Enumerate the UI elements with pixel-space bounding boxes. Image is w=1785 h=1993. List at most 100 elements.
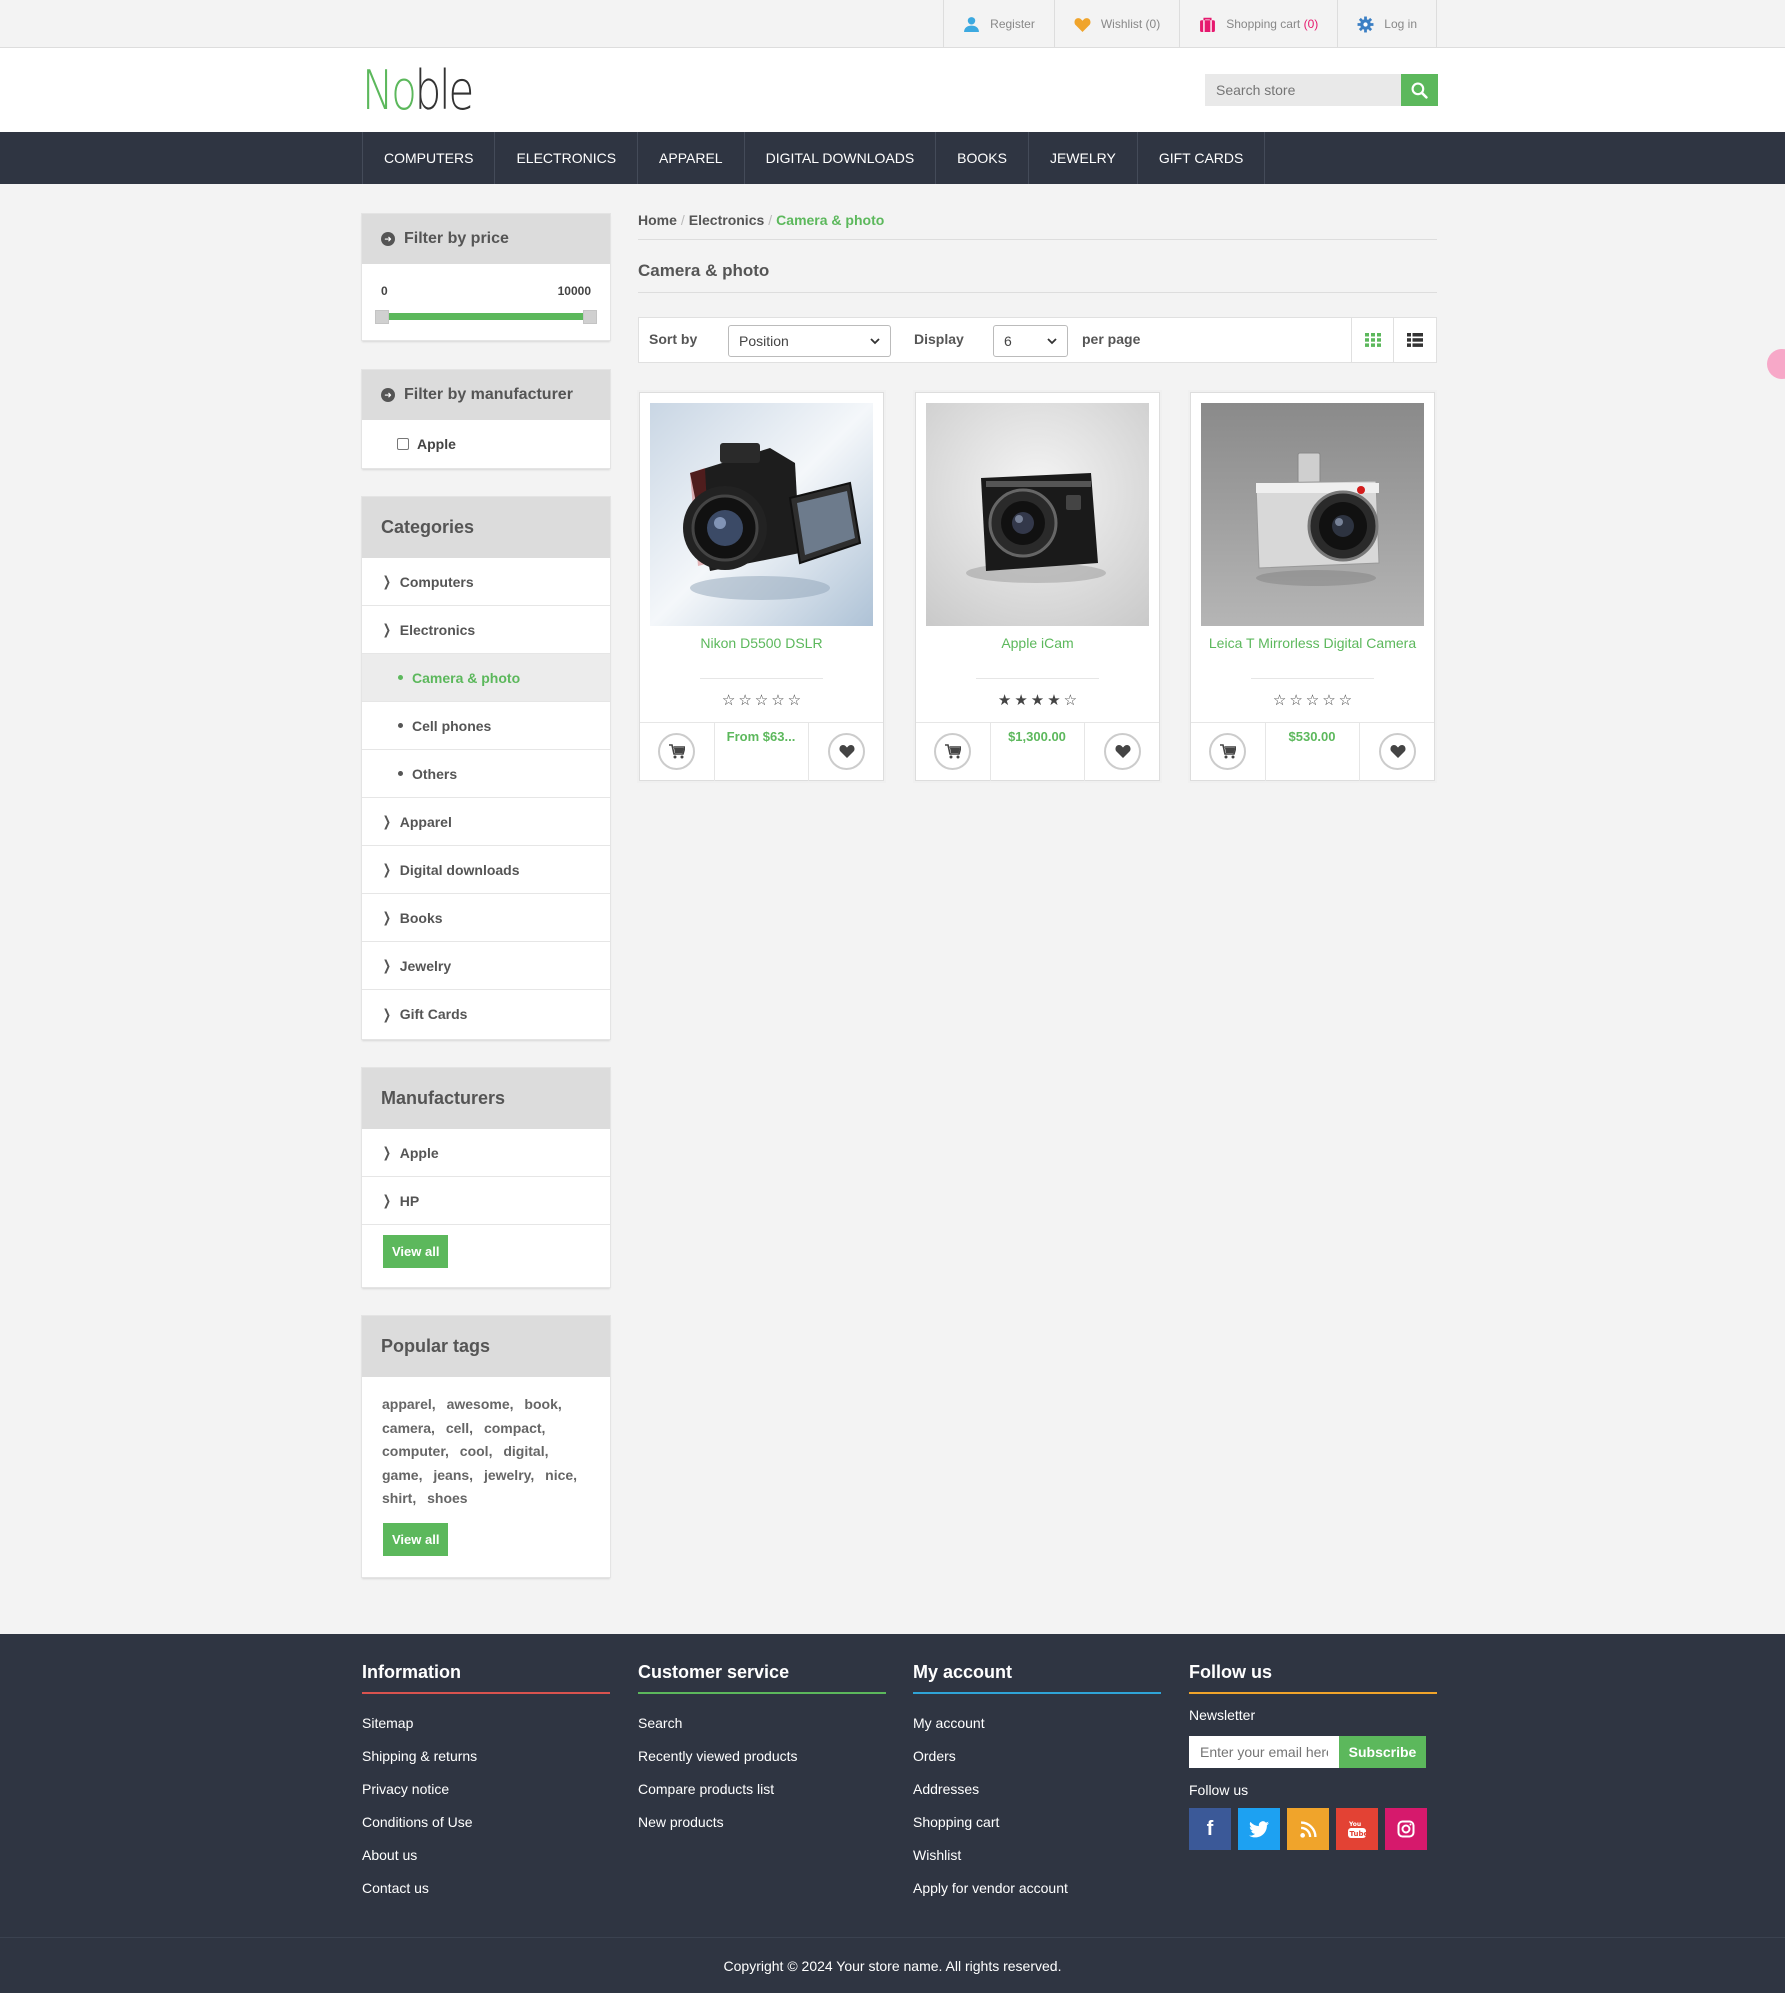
rss-button[interactable] [1287,1808,1329,1850]
slider-min-handle[interactable] [375,310,389,324]
category-cell-phones[interactable]: Cell phones [362,702,610,750]
category-jewelry[interactable]: ❯ Jewelry [362,942,610,990]
register-link[interactable]: Register [944,0,1055,48]
manufacturer-filter-apple[interactable]: Apple [362,420,610,468]
filter-price-title[interactable]: ➜ Filter by price [362,214,610,264]
tag-link[interactable]: awesome, [447,1396,514,1412]
manufacturer-apple[interactable]: ❯ Apple [362,1129,610,1177]
tag-link[interactable]: compact, [484,1420,545,1436]
manufacturer-hp[interactable]: ❯ HP [362,1177,610,1225]
tags-view-all-button[interactable]: View all [383,1522,449,1556]
category-label: Camera & photo [412,669,521,686]
filter-manufacturer-title[interactable]: ➜ Filter by manufacturer [362,370,610,420]
tag-link[interactable]: computer, [382,1443,449,1459]
footer-link-addresses[interactable]: Addresses [913,1773,1161,1806]
twitter-button[interactable] [1238,1808,1280,1850]
product-title[interactable]: Nikon D5500 DSLR [640,635,883,651]
product-title[interactable]: Leica T Mirrorless Digital Camera [1191,635,1434,651]
page-size-select[interactable]: 6 [993,325,1068,357]
footer-link-search[interactable]: Search [638,1707,886,1740]
breadcrumb-electronics[interactable]: Electronics [689,212,764,228]
instagram-icon [1397,1820,1415,1838]
product-image[interactable] [1201,403,1424,626]
add-to-wishlist-button[interactable] [1104,733,1141,770]
tag-link[interactable]: game, [382,1467,422,1483]
tag-link[interactable]: jewelry, [484,1467,534,1483]
footer-link-orders[interactable]: Orders [913,1740,1161,1773]
manufacturer-filter-label: Apple [417,436,456,452]
sort-by-select[interactable]: Position [728,325,891,357]
tag-link[interactable]: cell, [446,1420,473,1436]
footer-link-privacy-notice[interactable]: Privacy notice [362,1773,610,1806]
add-to-cart-button[interactable] [658,733,695,770]
footer-link-compare-products[interactable]: Compare products list [638,1773,886,1806]
footer-link-new-products[interactable]: New products [638,1806,886,1839]
tag-link[interactable]: shoes [427,1490,467,1506]
instagram-button[interactable] [1385,1808,1427,1850]
add-to-cart-button[interactable] [934,733,971,770]
tag-link[interactable]: book, [524,1396,561,1412]
tag-link[interactable]: apparel, [382,1396,436,1412]
list-view-icon [1406,333,1423,347]
footer-link-shopping-cart[interactable]: Shopping cart [913,1806,1161,1839]
add-to-wishlist-button[interactable] [1379,733,1416,770]
tag-link[interactable]: cool, [460,1443,493,1459]
slider-max-handle[interactable] [583,310,597,324]
newsletter-email-input[interactable] [1189,1736,1339,1768]
category-electronics[interactable]: ❯ Electronics [362,606,610,654]
manufacturers-title: Manufacturers [362,1068,610,1129]
tag-link[interactable]: camera, [382,1420,435,1436]
store-logo[interactable]: Noble [362,64,474,118]
category-label: Electronics [399,621,476,638]
category-gift-cards[interactable]: ❯ Gift Cards [362,990,610,1038]
add-to-cart-button[interactable] [1209,733,1246,770]
facebook-button[interactable]: f [1189,1808,1231,1850]
nav-gift-cards[interactable]: GIFT CARDS [1138,132,1266,184]
add-to-wishlist-button[interactable] [828,733,865,770]
manufacturers-view-all-button[interactable]: View all [383,1235,449,1268]
nav-apparel[interactable]: APPAREL [638,132,745,184]
wishlist-link[interactable]: Wishlist (0) [1055,0,1181,48]
search-button[interactable] [1401,74,1438,106]
tag-link[interactable]: shirt, [382,1490,416,1506]
circle-arrow-icon: ➜ [381,232,395,246]
nav-electronics[interactable]: ELECTRONICS [495,132,639,184]
floating-widget-tab[interactable] [1767,349,1785,379]
product-image[interactable] [650,403,873,626]
footer-link-sitemap[interactable]: Sitemap [362,1707,610,1740]
footer-link-apply-vendor[interactable]: Apply for vendor account [913,1872,1161,1905]
footer-link-contact-us[interactable]: Contact us [362,1872,610,1905]
shopping-cart-link[interactable]: Shopping cart (0) [1180,0,1339,48]
grid-view-button[interactable] [1351,318,1393,362]
footer-link-conditions-of-use[interactable]: Conditions of Use [362,1806,610,1839]
tag-link[interactable]: jeans, [433,1467,473,1483]
footer-link-about-us[interactable]: About us [362,1839,610,1872]
category-books[interactable]: ❯ Books [362,894,610,942]
youtube-button[interactable]: You Tube [1336,1808,1378,1850]
checkbox[interactable] [397,438,409,450]
subscribe-button[interactable]: Subscribe [1339,1736,1426,1768]
category-others[interactable]: Others [362,750,610,798]
product-title[interactable]: Apple iCam [916,635,1159,651]
nav-digital-downloads[interactable]: DIGITAL DOWNLOADS [745,132,937,184]
product-image[interactable] [926,403,1149,626]
nav-jewelry[interactable]: JEWELRY [1029,132,1138,184]
tag-link[interactable]: nice, [545,1467,577,1483]
footer-link-recently-viewed[interactable]: Recently viewed products [638,1740,886,1773]
category-digital-downloads[interactable]: ❯ Digital downloads [362,846,610,894]
nav-books[interactable]: BOOKS [936,132,1029,184]
login-link[interactable]: Log in [1338,0,1437,48]
footer-link-wishlist[interactable]: Wishlist [913,1839,1161,1872]
footer-link-my-account[interactable]: My account [913,1707,1161,1740]
list-view-button[interactable] [1393,318,1435,362]
category-apparel[interactable]: ❯ Apparel [362,798,610,846]
category-computers[interactable]: ❯ Computers [362,558,610,606]
footer-link-shipping-returns[interactable]: Shipping & returns [362,1740,610,1773]
tag-link[interactable]: digital, [503,1443,548,1459]
search-input[interactable] [1205,74,1401,106]
price-slider[interactable] [375,310,597,324]
nav-computers[interactable]: COMPUTERS [363,132,496,184]
breadcrumb-home[interactable]: Home [638,212,677,228]
category-camera-photo[interactable]: Camera & photo [362,654,610,702]
footer-follow-us: Follow us Newsletter Subscribe Follow us… [1189,1662,1437,1850]
